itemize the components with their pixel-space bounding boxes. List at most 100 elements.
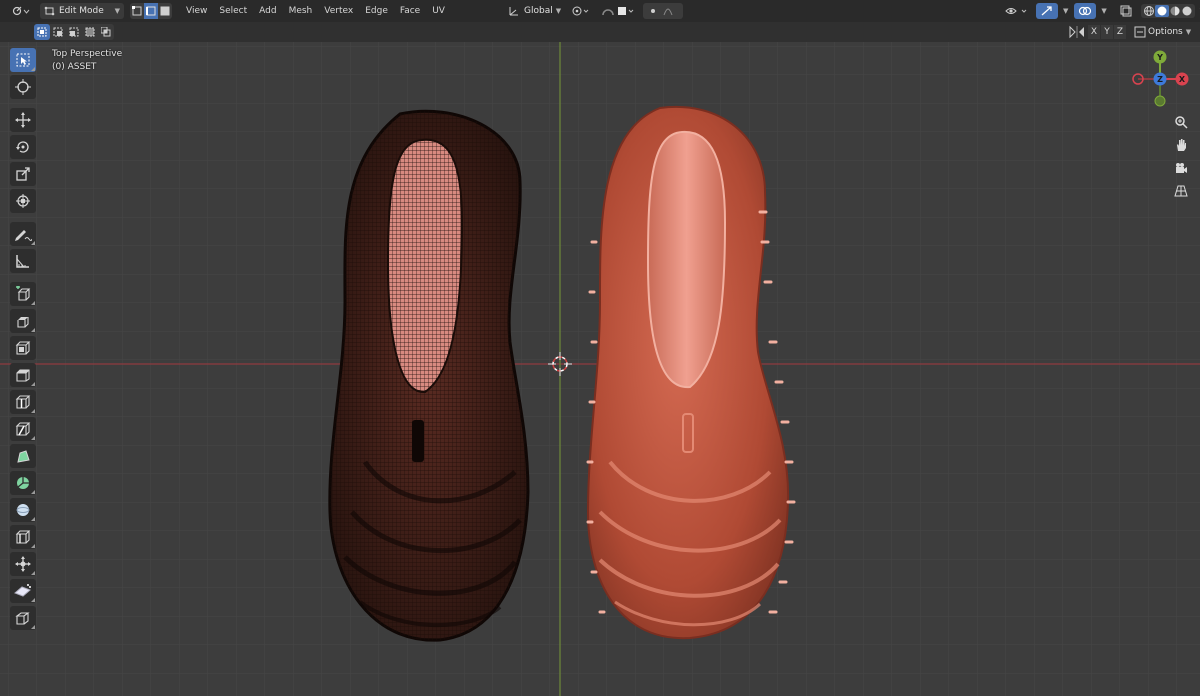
menu-edge[interactable]: Edge xyxy=(359,2,394,20)
transform-orientation-label: Global xyxy=(524,6,553,16)
tool-measure[interactable] xyxy=(10,249,36,273)
tool-transform[interactable] xyxy=(10,189,36,213)
select-invert-button[interactable] xyxy=(82,24,98,40)
chevron-down-icon: ▼ xyxy=(1063,7,1069,15)
tool-settings-bar: X Y Z Options ▼ xyxy=(0,22,1200,42)
solid-shading-icon[interactable] xyxy=(1154,5,1169,17)
chevron-down-icon: ▼ xyxy=(1101,7,1107,15)
mirror-z-button[interactable]: Z xyxy=(1114,25,1126,39)
face-select-icon xyxy=(160,6,170,16)
scale-icon xyxy=(16,167,30,181)
loop-cut-icon xyxy=(15,395,31,409)
perspective-toggle-button[interactable] xyxy=(1170,181,1192,201)
view-info: Top Perspective (0) ASSET xyxy=(52,48,122,74)
tool-loop-cut[interactable] xyxy=(10,390,36,414)
zoom-button[interactable] xyxy=(1170,112,1192,132)
select-subtract-button[interactable] xyxy=(66,24,82,40)
tool-rip-region[interactable] xyxy=(10,606,36,630)
tool-edge-slide[interactable] xyxy=(10,525,36,549)
rotate-icon xyxy=(16,141,29,153)
gizmo-x-label: X xyxy=(1179,75,1186,84)
chevron-down-icon: ▼ xyxy=(114,7,120,15)
menu-face[interactable]: Face xyxy=(394,2,426,20)
tool-move[interactable] xyxy=(10,108,36,132)
snap-button[interactable] xyxy=(597,3,639,19)
shading-dropdown[interactable]: ▼ xyxy=(1195,3,1200,19)
vertex-select-icon xyxy=(132,6,142,16)
tool-poly-build[interactable] xyxy=(10,444,36,468)
snap-icon xyxy=(602,7,634,16)
menu-vertex[interactable]: Vertex xyxy=(318,2,359,20)
gizmo-toggle-button[interactable] xyxy=(1036,3,1058,19)
tool-cursor[interactable] xyxy=(10,75,36,99)
select-subtract-icon xyxy=(69,27,79,37)
xray-toggle-button[interactable] xyxy=(1115,3,1137,19)
tool-knife[interactable] xyxy=(10,417,36,441)
mirror-x-button[interactable]: X xyxy=(1088,25,1100,39)
menu-add[interactable]: Add xyxy=(253,2,282,20)
tool-spin[interactable] xyxy=(10,471,36,495)
tool-extrude-region[interactable] xyxy=(10,309,36,333)
shear-icon xyxy=(14,584,31,597)
shaded-shoe[interactable] xyxy=(586,105,796,640)
camera-icon xyxy=(1176,163,1187,173)
gizmo-dropdown[interactable]: ▼ xyxy=(1058,3,1070,19)
face-select-button[interactable] xyxy=(158,3,172,19)
overlays-dropdown[interactable]: ▼ xyxy=(1096,3,1108,19)
select-new-button[interactable] xyxy=(34,24,50,40)
annotate-icon xyxy=(15,230,32,241)
material-shading-icon[interactable] xyxy=(1169,5,1181,17)
edge-select-button[interactable] xyxy=(144,3,158,19)
menu-mesh[interactable]: Mesh xyxy=(283,2,319,20)
tool-rotate[interactable] xyxy=(10,135,36,159)
options-dropdown[interactable]: Options ▼ xyxy=(1144,24,1195,40)
navigation-gizmo[interactable]: Y X Z xyxy=(1126,48,1194,110)
tool-scale[interactable] xyxy=(10,162,36,186)
select-intersect-button[interactable] xyxy=(98,24,114,40)
transform-controls: Global ▼ xyxy=(504,3,684,19)
pan-button[interactable] xyxy=(1170,135,1192,155)
object-visibility-button[interactable] xyxy=(1000,3,1034,19)
vertex-select-button[interactable] xyxy=(130,3,144,19)
3d-viewport[interactable]: Top Perspective (0) ASSET Y X Z xyxy=(0,42,1200,696)
mirror-y-button[interactable]: Y xyxy=(1101,25,1113,39)
proportional-editing-button[interactable] xyxy=(643,3,684,19)
tool-add-cube[interactable] xyxy=(10,282,36,306)
transform-orientation-dropdown[interactable]: Global ▼ xyxy=(504,3,565,19)
tool-shear[interactable] xyxy=(10,579,36,603)
magnifier-icon xyxy=(1175,116,1188,129)
gizmo-icon xyxy=(1041,6,1052,16)
tool-bevel[interactable] xyxy=(10,363,36,387)
xray-icon xyxy=(1120,5,1132,17)
header-menus: View Select Add Mesh Vertex Edge Face UV xyxy=(180,2,451,20)
shaded-insole xyxy=(646,130,727,389)
viewport-header: Edit Mode ▼ View Select Add Mesh Vertex … xyxy=(0,0,1200,22)
chevron-down-icon: ▼ xyxy=(1185,28,1192,36)
menu-select[interactable]: Select xyxy=(213,2,253,20)
editor-type-button[interactable] xyxy=(8,3,34,19)
pivot-point-button[interactable] xyxy=(567,3,595,19)
rendered-shading-icon[interactable] xyxy=(1181,5,1193,17)
gizmo-neg-y-axis[interactable] xyxy=(1154,95,1166,107)
mirror-icon xyxy=(1069,25,1084,39)
overlays-toggle-button[interactable] xyxy=(1074,3,1097,19)
mode-dropdown[interactable]: Edit Mode ▼ xyxy=(40,3,124,19)
3d-viewport-icon xyxy=(12,6,30,16)
menu-view[interactable]: View xyxy=(180,2,213,20)
tool-inset-faces[interactable] xyxy=(10,336,36,360)
tool-select-box[interactable] xyxy=(10,48,36,72)
select-mode-group xyxy=(130,3,172,19)
viewport-canvas[interactable] xyxy=(0,42,1200,696)
menu-uv[interactable]: UV xyxy=(426,2,451,20)
object-name: (0) ASSET xyxy=(52,62,97,72)
camera-view-button[interactable] xyxy=(1170,158,1192,178)
tool-smooth[interactable] xyxy=(10,498,36,522)
tool-shrink-fatten[interactable] xyxy=(10,552,36,576)
wireframe-shading-icon[interactable] xyxy=(1143,5,1155,17)
eye-icon xyxy=(1005,8,1027,14)
tool-annotate[interactable] xyxy=(10,222,36,246)
pivot-point-icon xyxy=(572,6,589,16)
select-new-icon xyxy=(37,27,47,37)
wireframe-shoe[interactable] xyxy=(328,109,530,642)
select-extend-button[interactable] xyxy=(50,24,66,40)
